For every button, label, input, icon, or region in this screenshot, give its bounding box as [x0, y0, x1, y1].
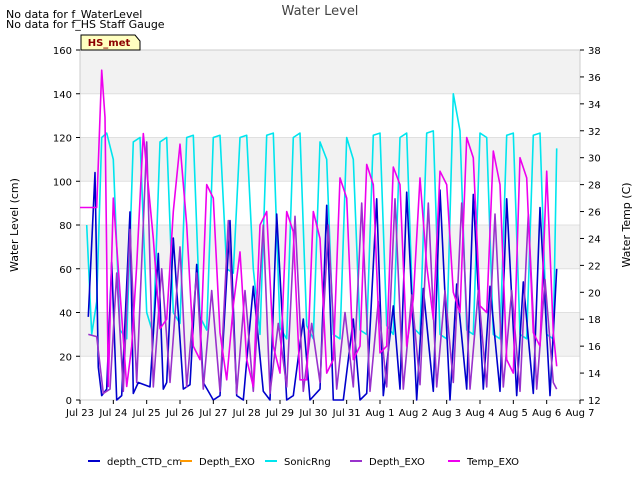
- x-tick-label: Jul 24: [98, 408, 127, 419]
- y2-tick-label: 20: [588, 288, 601, 299]
- legend: depth_CTD_cm Depth_EXO SonicRng Depth_EXO Te…: [88, 457, 519, 468]
- x-tick-label: Aug 1: [365, 408, 394, 419]
- y-axis-right: 12 14 16 18 20 22 24 26 28 30 32 34 36 38: [580, 46, 601, 407]
- y2-tick-label: 26: [588, 208, 601, 219]
- x-tick-label: Jul 25: [132, 408, 161, 419]
- y-tick-label: 0: [66, 396, 72, 407]
- x-tick-label: Aug 6: [532, 408, 561, 419]
- y2-tick-label: 18: [588, 315, 601, 326]
- y-tick-label: 100: [53, 177, 72, 188]
- legend-label: Depth_EXO: [199, 457, 255, 468]
- x-tick-label: Aug 2: [399, 408, 428, 419]
- x-tick-label: Jul 30: [298, 408, 327, 419]
- x-tick-label: Aug 5: [499, 408, 528, 419]
- x-tick-label: Jul 27: [198, 408, 227, 419]
- x-tick-label: Jul 23: [65, 408, 94, 419]
- legend-label: Temp_EXO: [466, 457, 519, 468]
- y2-tick-label: 12: [588, 396, 601, 407]
- y2-tick-label: 38: [588, 46, 601, 57]
- badge-label: HS_met: [88, 38, 131, 49]
- y2-tick-label: 32: [588, 127, 601, 138]
- y2-axis-label: Water Temp (C): [620, 182, 633, 267]
- x-axis: Jul 23 Jul 24 Jul 25 Jul 26 Jul 27 Jul 28 Jul …: [65, 400, 595, 419]
- x-tick-label: Jul 31: [332, 408, 361, 419]
- y-tick-label: 40: [59, 309, 72, 320]
- chart-container: No data for f_WaterLevel No data for f_H…: [0, 0, 640, 480]
- y-axis-left: 0 20 40 60 80 100 120 140 160: [53, 46, 80, 407]
- y-tick-label: 20: [59, 352, 72, 363]
- grid-band: [80, 50, 580, 94]
- y2-tick-label: 28: [588, 181, 601, 192]
- y2-tick-label: 36: [588, 73, 601, 84]
- legend-label: depth_CTD_cm: [107, 457, 182, 468]
- y2-tick-label: 34: [588, 100, 601, 111]
- y2-tick-label: 16: [588, 342, 601, 353]
- x-tick-label: Jul 26: [165, 408, 194, 419]
- station-badge: HS_met: [80, 34, 141, 51]
- x-tick-label: Aug 7: [565, 408, 594, 419]
- legend-label: SonicRng: [284, 457, 331, 468]
- x-tick-label: Aug 4: [465, 408, 494, 419]
- y-tick-label: 120: [53, 134, 72, 145]
- x-tick-label: Jul 29: [265, 408, 294, 419]
- x-tick-label: Aug 3: [432, 408, 461, 419]
- series-line-sonicrng: [85, 93, 558, 340]
- y2-tick-label: 24: [588, 234, 601, 245]
- x-tick-label: Jul 28: [232, 408, 261, 419]
- y2-tick-label: 30: [588, 154, 601, 165]
- y2-tick-label: 22: [588, 261, 601, 272]
- y-tick-label: 160: [53, 46, 72, 57]
- chart-title: Water Level: [282, 4, 359, 19]
- y-tick-label: 80: [59, 221, 72, 232]
- no-data-note-2: No data for f_HS Staff Gauge: [6, 18, 165, 31]
- legend-label: Depth_EXO: [369, 457, 425, 468]
- y-axis-label: Water Level (cm): [8, 178, 21, 272]
- y-tick-label: 140: [53, 90, 72, 101]
- chart-svg: No data for f_WaterLevel No data for f_H…: [6, 4, 633, 468]
- y-tick-label: 60: [59, 265, 72, 276]
- y2-tick-label: 14: [588, 369, 601, 380]
